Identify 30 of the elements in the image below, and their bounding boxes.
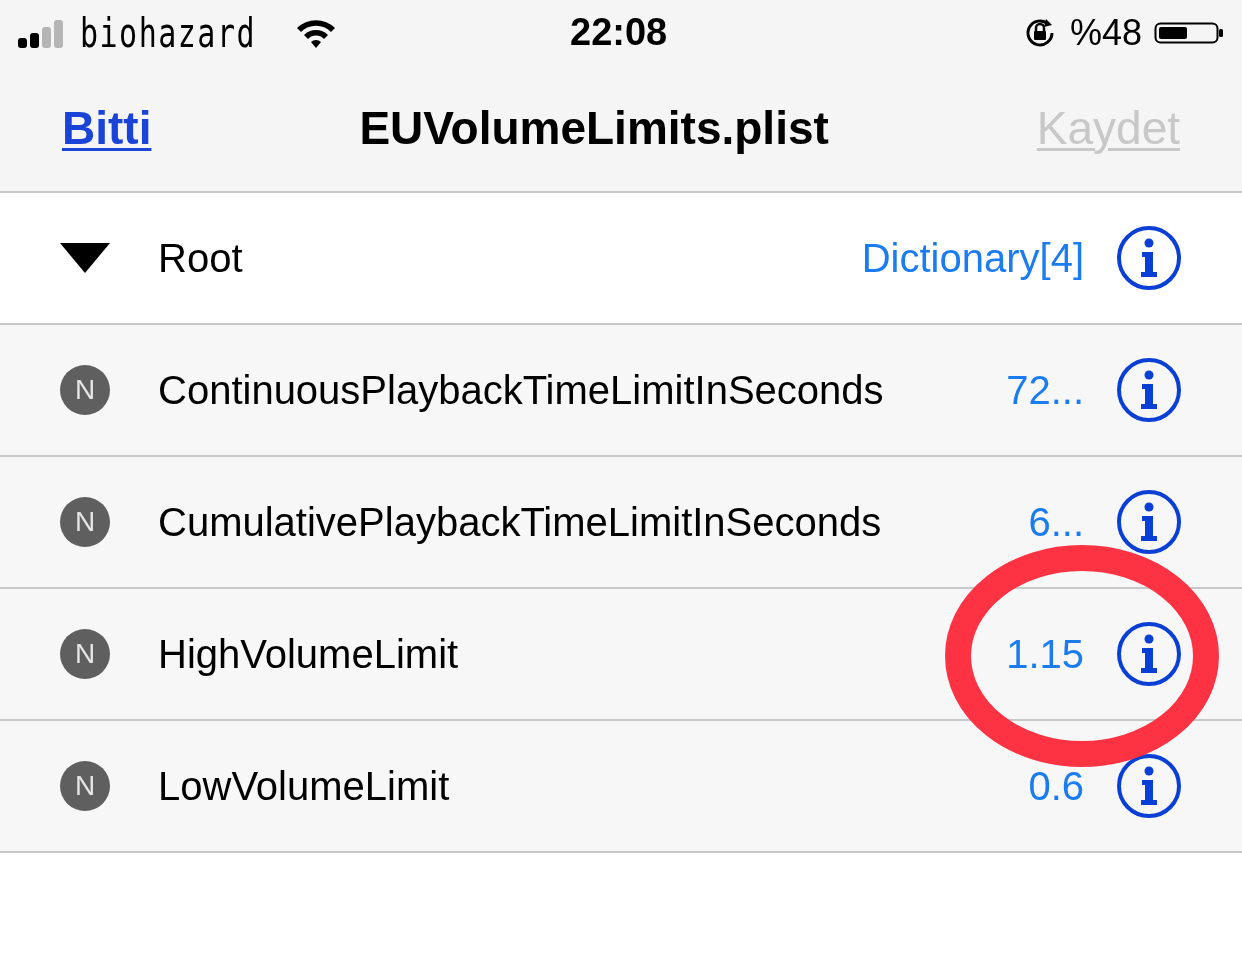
nav-title: EUVolumeLimits.plist: [358, 100, 830, 156]
battery-icon: [1154, 21, 1224, 44]
row-value: Dictionary[4]: [860, 235, 1084, 282]
clock-time: 22:08: [570, 10, 668, 55]
info-icon[interactable]: [1116, 621, 1182, 687]
info-icon[interactable]: [1116, 357, 1182, 423]
type-badge: N: [60, 365, 110, 415]
row-value: 0.6: [1027, 763, 1084, 810]
row-value: 1.15: [1005, 631, 1084, 678]
tree-row[interactable]: N HighVolumeLimit 1.15: [0, 589, 1242, 721]
row-key: Root: [158, 228, 243, 288]
row-key: LowVolumeLimit: [158, 756, 450, 816]
info-icon[interactable]: [1116, 225, 1182, 291]
tree-row[interactable]: N LowVolumeLimit 0.6: [0, 721, 1242, 853]
battery-percent: %48: [1069, 10, 1142, 55]
info-icon[interactable]: [1116, 753, 1182, 819]
row-value: 6...: [1027, 499, 1084, 546]
row-value: 72...: [1005, 367, 1084, 414]
carrier-name: biohazard: [80, 12, 257, 53]
row-key: CumulativePlaybackTimeLimitInSeconds: [158, 492, 882, 552]
type-badge: N: [60, 761, 110, 811]
row-key: HighVolumeLimit: [158, 624, 459, 684]
type-badge: N: [60, 497, 110, 547]
row-key: ContinuousPlaybackTimeLimitInSeconds: [158, 360, 884, 420]
info-icon[interactable]: [1116, 489, 1182, 555]
tree-row[interactable]: N ContinuousPlaybackTimeLimitInSeconds 72...: [0, 325, 1242, 457]
type-badge: N: [60, 629, 110, 679]
triangle-down-icon[interactable]: [60, 243, 112, 273]
nav-button[interactable]: Bitti: [62, 93, 152, 163]
tree-row[interactable]: N CumulativePlaybackTimeLimitInSeconds 6...: [0, 457, 1242, 589]
